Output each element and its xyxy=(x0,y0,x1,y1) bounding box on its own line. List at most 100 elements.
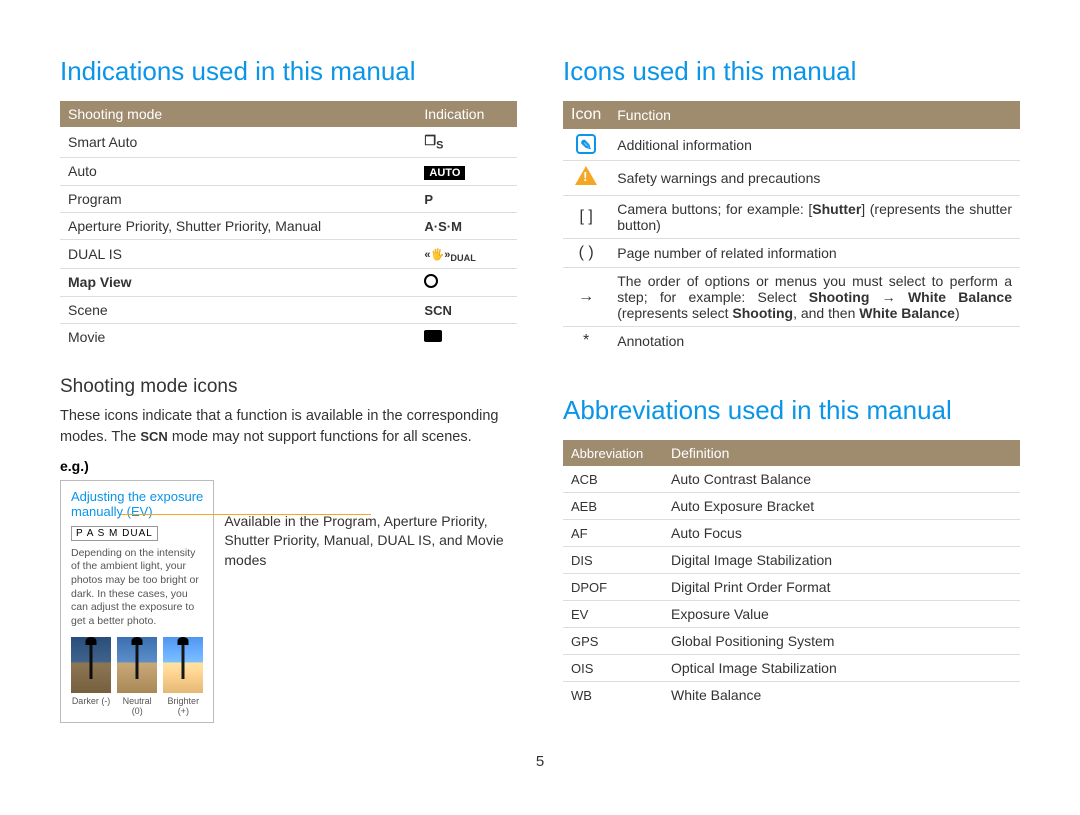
right-column: Icons used in this manual Icon Function … xyxy=(563,56,1020,723)
definition-cell: Optical Image Stabilization xyxy=(663,655,1020,682)
definition-cell: White Balance xyxy=(663,682,1020,709)
table-row: Map View xyxy=(60,268,517,296)
th-function: Function xyxy=(609,101,1020,129)
table-row: ProgramP xyxy=(60,185,517,212)
abbr-cell: WB xyxy=(563,682,663,709)
abbr-cell: AF xyxy=(563,520,663,547)
definition-cell: Digital Print Order Format xyxy=(663,574,1020,601)
callout-line xyxy=(121,514,371,515)
table-row: [ ] Camera buttons; for example: [Shutter… xyxy=(563,196,1020,239)
thumb-label: Darker (-) xyxy=(71,696,111,706)
table-row: DISDigital Image Stabilization xyxy=(563,547,1020,574)
indications-table: Shooting mode Indication Smart Auto ❒S Aut… xyxy=(60,101,517,350)
function-cell: Safety warnings and precautions xyxy=(609,161,1020,196)
mode-cell: Movie xyxy=(60,323,416,350)
abbr-cell: ACB xyxy=(563,466,663,493)
eg-label: e.g.) xyxy=(60,458,517,474)
function-cell: Annotation xyxy=(609,327,1020,356)
symbol-icon: * xyxy=(583,332,589,349)
table-row: * Annotation xyxy=(563,327,1020,356)
thumb-image xyxy=(71,637,111,693)
example-wrap: Adjusting the exposure manually (EV) P A… xyxy=(60,480,517,723)
mode-strip: P A S M DUAL xyxy=(71,526,158,541)
indications-heading: Indications used in this manual xyxy=(60,56,517,87)
function-cell: The order of options or menus you must s… xyxy=(609,268,1020,327)
thumb-image xyxy=(117,637,157,693)
mode-icon: P xyxy=(424,192,433,207)
indication-cell: P xyxy=(416,185,517,212)
indication-cell: ❒S xyxy=(416,127,517,157)
table-row: EVExposure Value xyxy=(563,601,1020,628)
shooting-mode-icons-heading: Shooting mode icons xyxy=(60,376,517,398)
example-thumb: Darker (-) xyxy=(71,637,111,716)
abbreviations-table: Abbreviation Definition ACBAuto Contrast… xyxy=(563,440,1020,708)
indication-cell xyxy=(416,268,517,296)
scn-inline-icon: SCN xyxy=(140,429,167,444)
function-cell: Additional information xyxy=(609,129,1020,161)
dual-is-icon: «🖐»DUAL xyxy=(424,249,475,261)
mode-cell: Aperture Priority, Shutter Priority, Man… xyxy=(60,212,416,239)
symbol-icon: [ ] xyxy=(579,208,592,225)
indication-cell: SCN xyxy=(416,296,517,323)
definition-cell: Auto Exposure Bracket xyxy=(663,493,1020,520)
icon-cell: * xyxy=(563,327,609,356)
page-number: 5 xyxy=(0,753,1080,790)
table-row: ACBAuto Contrast Balance xyxy=(563,466,1020,493)
table-row: OISOptical Image Stabilization xyxy=(563,655,1020,682)
thumb-label: Brighter (+) xyxy=(163,696,203,716)
info-icon: ✎ xyxy=(576,134,596,154)
thumb-label: Neutral (0) xyxy=(117,696,157,716)
icon-cell: [ ] xyxy=(563,196,609,239)
map-pin-icon xyxy=(424,274,438,288)
mode-cell: DUAL IS xyxy=(60,239,416,268)
table-row: DPOFDigital Print Order Format xyxy=(563,574,1020,601)
thumb-image xyxy=(163,637,203,693)
table-row: →The order of options or menus you must … xyxy=(563,268,1020,327)
indication-cell: AUTO xyxy=(416,157,517,185)
abbr-cell: EV xyxy=(563,601,663,628)
table-row: AFAuto Focus xyxy=(563,520,1020,547)
available-in-text: Available in the Program, Aperture Prior… xyxy=(224,480,517,571)
indication-cell: A·S·M xyxy=(416,212,517,239)
th-abbr: Abbreviation xyxy=(563,440,663,466)
example-thumb: Brighter (+) xyxy=(163,637,203,716)
example-body: Depending on the intensity of the ambien… xyxy=(71,547,203,629)
icons-table: Icon Function ✎Additional informationSaf… xyxy=(563,101,1020,355)
smart-auto-icon: ❒S xyxy=(424,133,443,148)
icon-cell: → xyxy=(563,268,609,327)
definition-cell: Global Positioning System xyxy=(663,628,1020,655)
abbr-cell: AEB xyxy=(563,493,663,520)
table-row: Aperture Priority, Shutter Priority, Man… xyxy=(60,212,517,239)
abbr-cell: DIS xyxy=(563,547,663,574)
table-row: ( )Page number of related information xyxy=(563,239,1020,268)
definition-cell: Auto Focus xyxy=(663,520,1020,547)
table-row: Safety warnings and precautions xyxy=(563,161,1020,196)
desc-post: mode may not support functions for all s… xyxy=(172,429,472,445)
shooting-mode-desc: These icons indicate that a function is … xyxy=(60,406,517,448)
left-column: Indications used in this manual Shooting… xyxy=(60,56,517,723)
table-row: DUAL IS «🖐»DUAL xyxy=(60,239,517,268)
mode-cell: Scene xyxy=(60,296,416,323)
mode-cell: Auto xyxy=(60,157,416,185)
table-row: Auto AUTO xyxy=(60,157,517,185)
example-thumbs: Darker (-) Neutral (0) Brighter (+) xyxy=(71,637,203,716)
table-row: Scene SCN xyxy=(60,296,517,323)
mode-icon: SCN xyxy=(424,303,451,318)
th-indication: Indication xyxy=(416,101,517,127)
indication-cell xyxy=(416,323,517,350)
th-mode: Shooting mode xyxy=(60,101,416,127)
table-row: Smart Auto ❒S xyxy=(60,127,517,157)
movie-icon xyxy=(424,330,442,342)
example-thumb: Neutral (0) xyxy=(117,637,157,716)
icon-cell: ✎ xyxy=(563,129,609,161)
table-row: GPSGlobal Positioning System xyxy=(563,628,1020,655)
icon-cell: ( ) xyxy=(563,239,609,268)
function-cell: Camera buttons; for example: [Shutter] (… xyxy=(609,196,1020,239)
table-row: ✎ Additional information xyxy=(563,129,1020,161)
abbr-cell: OIS xyxy=(563,655,663,682)
warning-icon xyxy=(575,166,597,185)
definition-cell: Exposure Value xyxy=(663,601,1020,628)
icon-cell xyxy=(563,161,609,196)
mode-cell: Smart Auto xyxy=(60,127,416,157)
auto-icon: AUTO xyxy=(424,166,465,180)
